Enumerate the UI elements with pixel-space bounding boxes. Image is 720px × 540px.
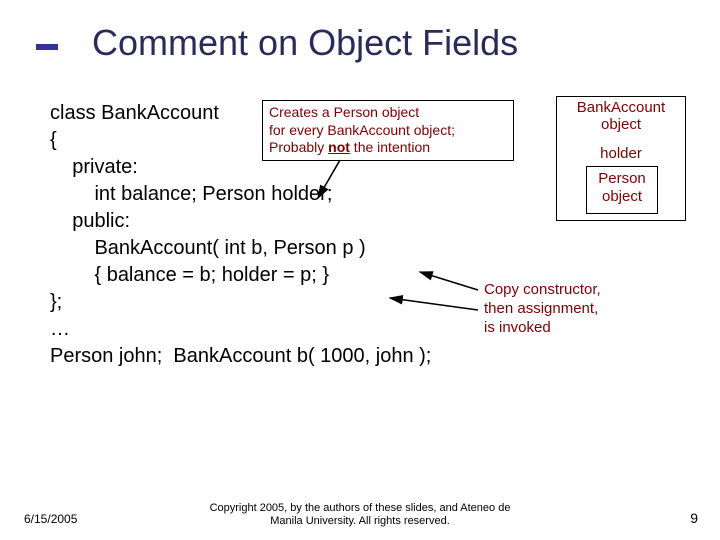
callout-line: Probably	[269, 139, 328, 155]
person-object-box: Person object	[586, 166, 658, 214]
callout-line: then assignment,	[484, 300, 598, 317]
footer-copyright: Copyright 2005, by the authors of these …	[0, 502, 720, 528]
box-label-line: object	[602, 188, 642, 205]
callout-create-person: Creates a Person object for every BankAc…	[262, 100, 514, 161]
callout-line: Copy constructor,	[484, 281, 601, 298]
callout-line: the intention	[350, 139, 430, 155]
box-label-line: Person	[598, 170, 646, 187]
footer-slide-number: 9	[690, 510, 698, 526]
footer-line: Manila University. All rights reserved.	[270, 515, 450, 527]
footer-line: Copyright 2005, by the authors of these …	[210, 502, 511, 514]
callout-line: Creates a Person object	[269, 104, 419, 120]
slide: Comment on Object Fields class BankAccou…	[0, 0, 720, 540]
slide-title: Comment on Object Fields	[92, 22, 518, 64]
title-rule	[36, 44, 58, 50]
callout-emphasis: not	[328, 139, 350, 155]
callout-copy-constructor: Copy constructor, then assignment, is in…	[484, 281, 601, 337]
box-label-line: object	[601, 116, 641, 133]
callout-line: for every BankAccount object;	[269, 122, 455, 138]
callout-line: is invoked	[484, 319, 551, 336]
box-holder-label: holder	[557, 145, 685, 162]
box-label-line: BankAccount	[577, 99, 665, 116]
